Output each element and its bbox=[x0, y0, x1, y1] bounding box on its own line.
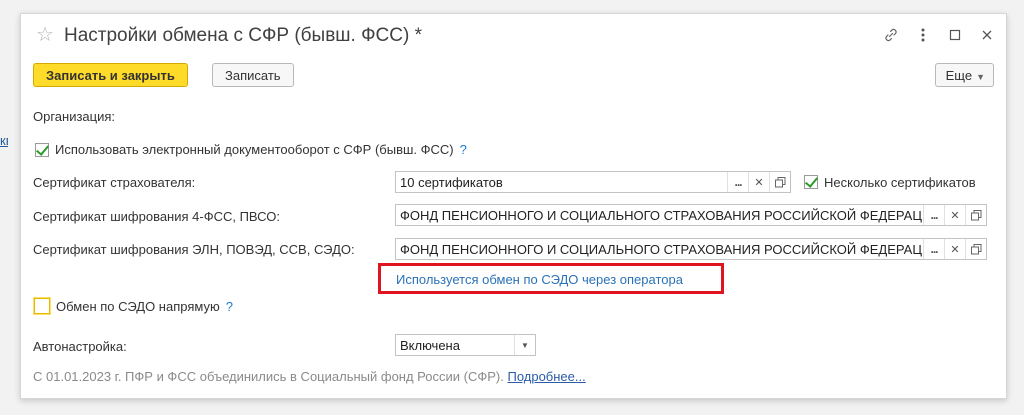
close-icon[interactable] bbox=[978, 26, 996, 44]
help-icon[interactable]: ? bbox=[460, 142, 467, 157]
command-bar: Записать и закрыть Записать Еще ▼ bbox=[33, 63, 994, 89]
sedo-operator-link[interactable]: Используется обмен по СЭДО через операто… bbox=[396, 272, 683, 287]
sedo-direct-checkbox[interactable] bbox=[34, 298, 50, 314]
kebab-menu-icon[interactable] bbox=[914, 26, 932, 44]
use-edo-row: Использовать электронный документооборот… bbox=[55, 142, 467, 157]
clear-icon[interactable]: ✕ bbox=[944, 205, 965, 225]
save-button[interactable]: Записать bbox=[212, 63, 294, 87]
open-icon[interactable] bbox=[965, 239, 986, 259]
autoconfig-label: Автонастройка: bbox=[33, 339, 127, 354]
enc-cert-eln-value: ФОНД ПЕНСИОННОГО И СОЦИАЛЬНОГО СТРАХОВАН… bbox=[400, 241, 923, 257]
footer-note: С 01.01.2023 г. ПФР и ФСС объединились в… bbox=[33, 369, 586, 384]
multi-certs-label: Несколько сертификатов bbox=[824, 175, 976, 190]
sedo-direct-row: Обмен по СЭДО напрямую? bbox=[56, 299, 233, 314]
insurer-cert-label: Сертификат страхователя: bbox=[33, 175, 196, 190]
chevron-down-icon: ▼ bbox=[976, 72, 985, 82]
open-icon[interactable] bbox=[769, 172, 790, 192]
more-button[interactable]: Еще ▼ bbox=[934, 63, 994, 87]
multi-certs-checkbox[interactable] bbox=[804, 175, 818, 189]
sedo-direct-label: Обмен по СЭДО напрямую bbox=[56, 299, 220, 314]
select-button[interactable]: ... bbox=[727, 172, 748, 192]
titlebar-actions bbox=[882, 26, 996, 44]
more-info-link[interactable]: Подробнее... bbox=[507, 369, 585, 384]
use-edo-label: Использовать электронный документооборот… bbox=[55, 142, 454, 157]
footer-text: С 01.01.2023 г. ПФР и ФСС объединились в… bbox=[33, 369, 508, 384]
select-button[interactable]: ... bbox=[923, 205, 944, 225]
enc-cert-eln-label: Сертификат шифрования ЭЛН, ПОВЭД, ССВ, С… bbox=[33, 242, 355, 257]
enc-cert-eln-field[interactable]: ФОНД ПЕНСИОННОГО И СОЦИАЛЬНОГО СТРАХОВАН… bbox=[395, 238, 987, 260]
clear-icon[interactable]: ✕ bbox=[944, 239, 965, 259]
help-icon[interactable]: ? bbox=[226, 299, 233, 314]
window-titlebar: ☆ Настройки обмена с СФР (бывш. ФСС) * bbox=[21, 14, 1006, 58]
insurer-cert-field[interactable]: 10 сертификатов ... ✕ bbox=[395, 171, 791, 193]
settings-window: ☆ Настройки обмена с СФР (бывш. ФСС) * З… bbox=[20, 13, 1007, 399]
open-icon[interactable] bbox=[965, 205, 986, 225]
requisites-link[interactable]: квизиты bbox=[0, 133, 8, 148]
save-and-close-button[interactable]: Записать и закрыть bbox=[33, 63, 188, 87]
insurer-cert-value: 10 сертификатов bbox=[400, 174, 503, 190]
enc-cert-4fss-field[interactable]: ФОНД ПЕНСИОННОГО И СОЦИАЛЬНОГО СТРАХОВАН… bbox=[395, 204, 987, 226]
autoconfig-select[interactable]: Включена ▼ bbox=[395, 334, 536, 356]
select-button[interactable]: ... bbox=[923, 239, 944, 259]
link-icon[interactable] bbox=[882, 26, 900, 44]
enc-cert-4fss-label: Сертификат шифрования 4-ФСС, ПВСО: bbox=[33, 209, 280, 224]
chevron-down-icon[interactable]: ▼ bbox=[514, 335, 535, 355]
use-edo-checkbox[interactable] bbox=[35, 143, 49, 157]
clear-icon[interactable]: ✕ bbox=[748, 172, 769, 192]
more-button-label: Еще bbox=[945, 68, 973, 83]
organization-label: Организация: bbox=[33, 109, 116, 124]
maximize-icon[interactable] bbox=[946, 26, 964, 44]
window-title: Настройки обмена с СФР (бывш. ФСС) * bbox=[64, 25, 422, 46]
enc-cert-4fss-value: ФОНД ПЕНСИОННОГО И СОЦИАЛЬНОГО СТРАХОВАН… bbox=[400, 207, 923, 223]
star-icon[interactable]: ☆ bbox=[36, 25, 54, 45]
autoconfig-value: Включена bbox=[400, 337, 460, 353]
